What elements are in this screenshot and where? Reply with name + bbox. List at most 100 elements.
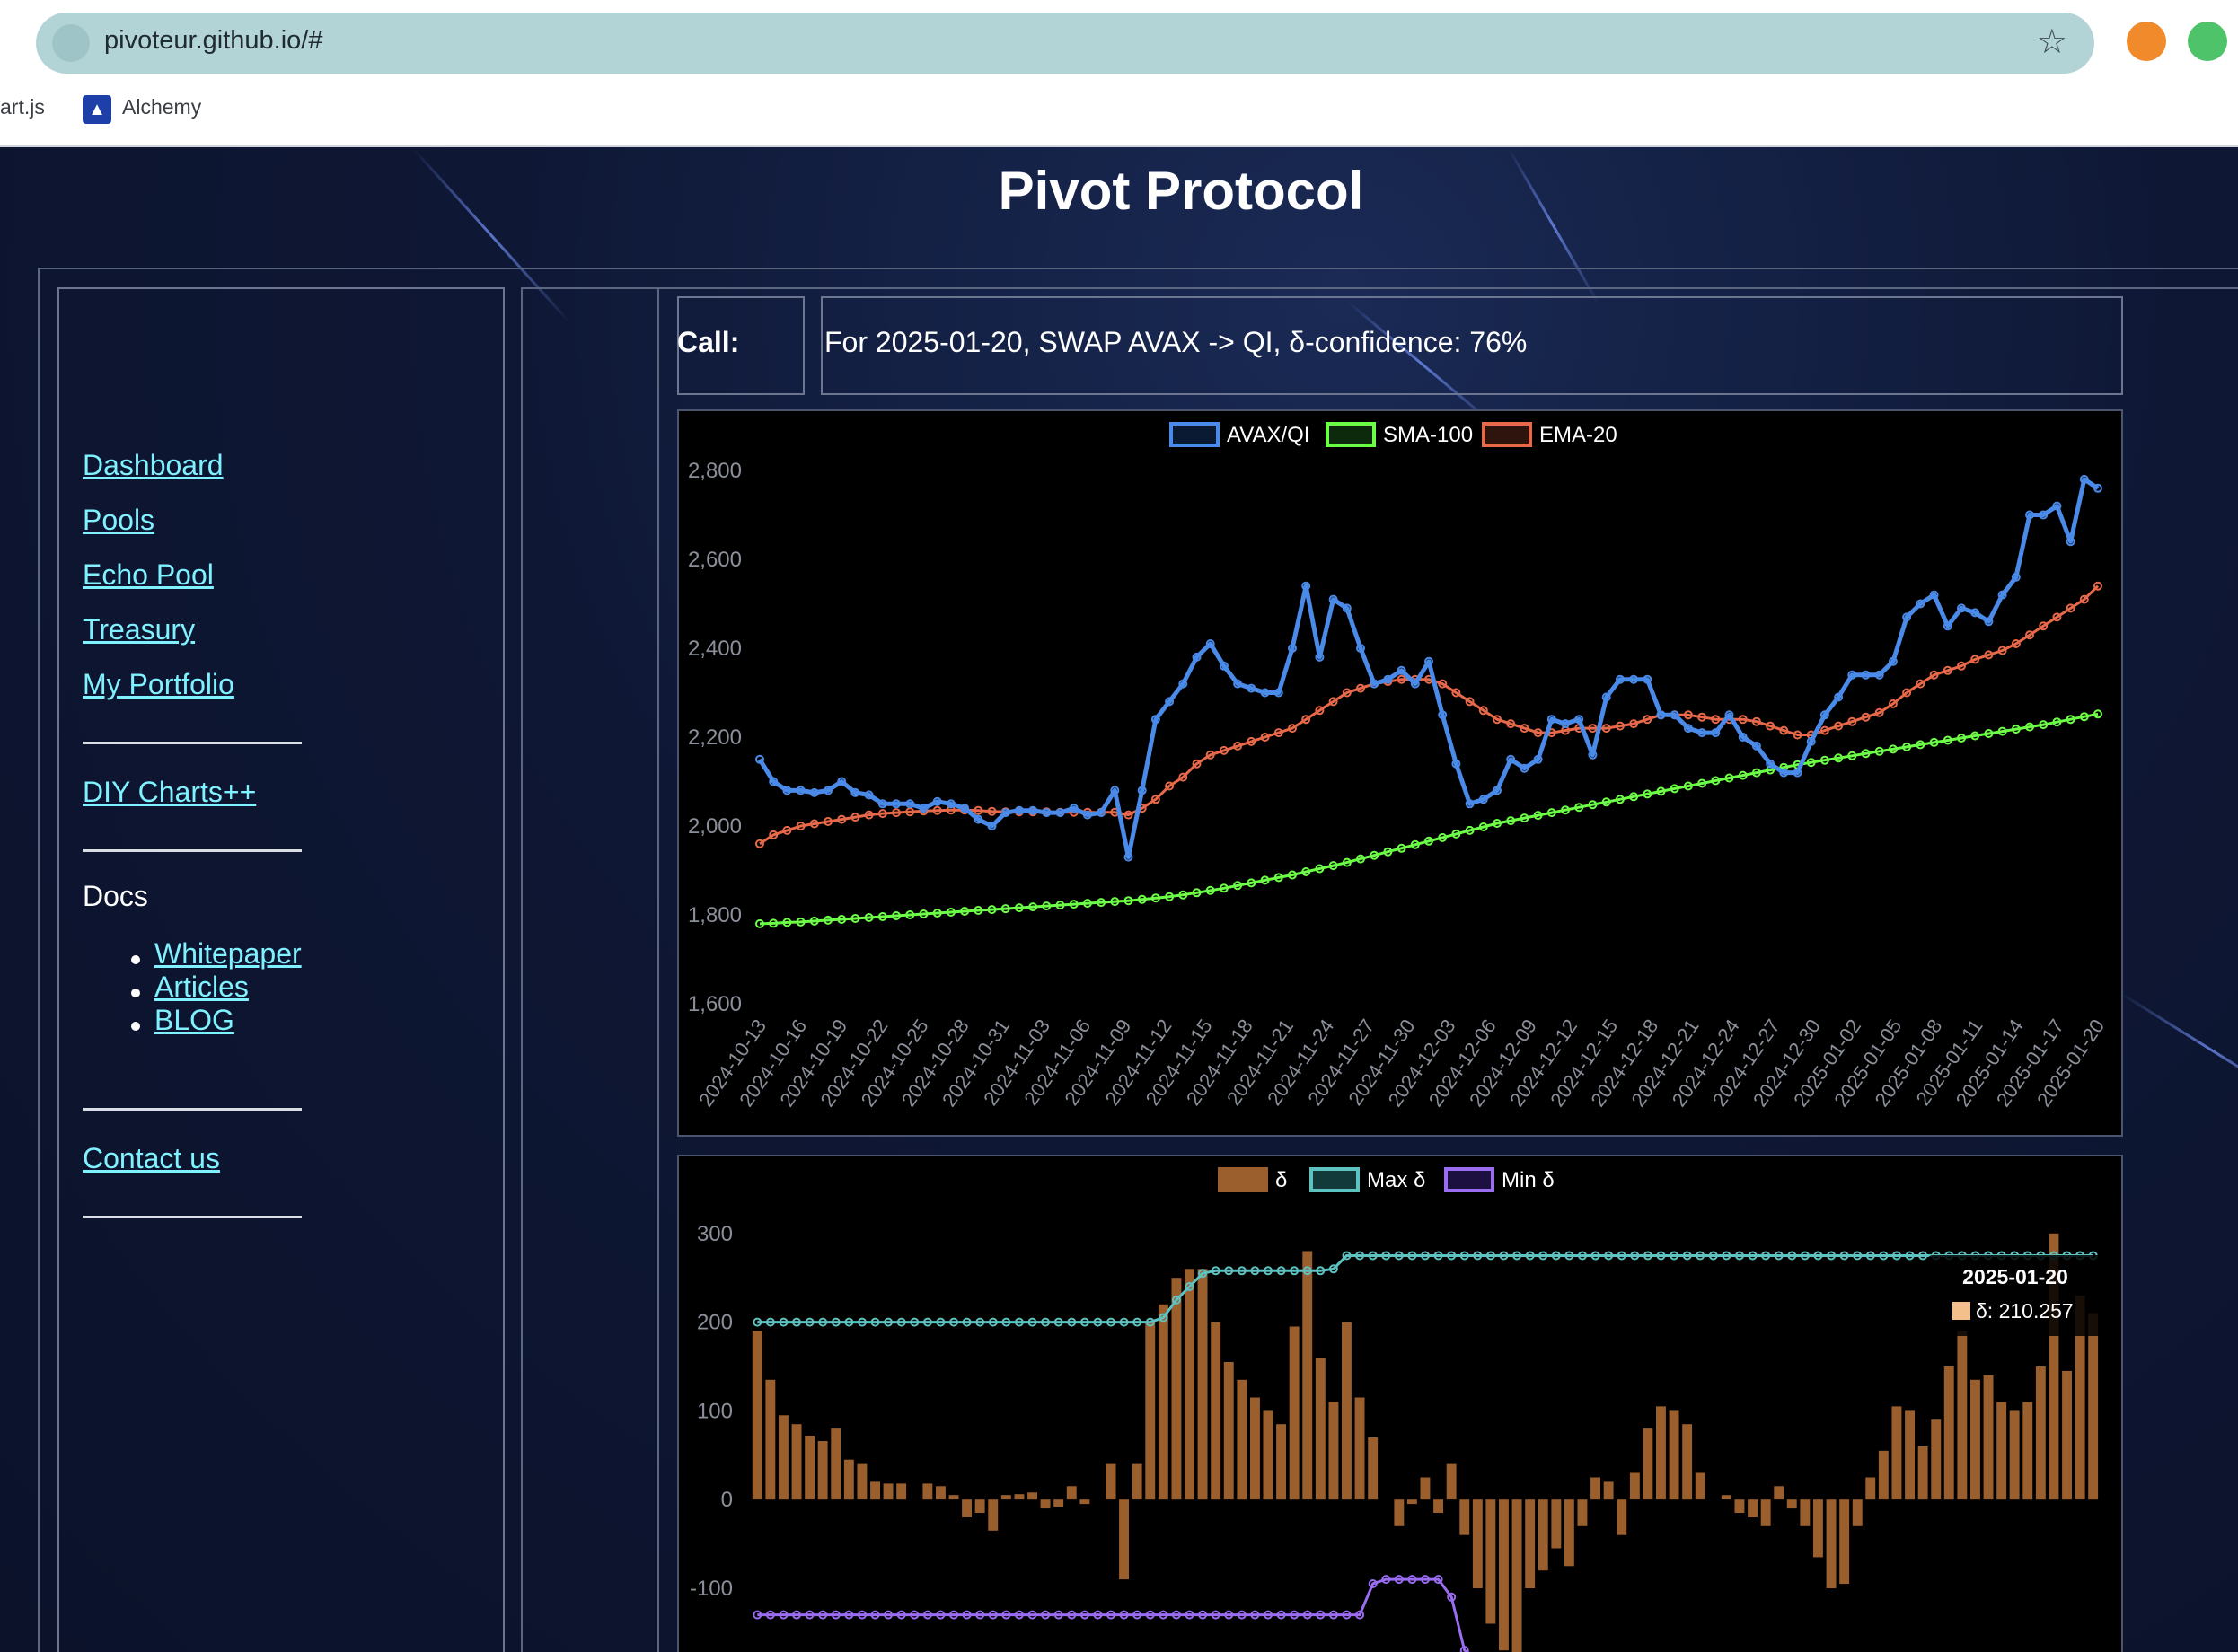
y-tick-label: 200: [697, 1311, 733, 1335]
y-tick-label: 100: [697, 1399, 733, 1423]
legend-swatch: [1218, 1167, 1268, 1192]
docs-articles-link[interactable]: Articles: [154, 971, 249, 1004]
delta-bar: [1354, 1397, 1365, 1500]
delta-bar: [1459, 1499, 1470, 1535]
delta-bar: [1079, 1499, 1090, 1505]
nav-pools[interactable]: Pools: [83, 504, 154, 537]
delta-bar: [1748, 1499, 1758, 1517]
y-tick-label: -100: [690, 1577, 733, 1601]
delta-bar: [1917, 1446, 1928, 1500]
delta-bar: [831, 1428, 841, 1500]
y-tick-label: 1,600: [688, 992, 742, 1016]
tooltip-value: δ: 210.257: [1976, 1299, 2074, 1322]
legend-label: Min δ: [1502, 1168, 1555, 1192]
y-tick-label: 2,800: [688, 459, 742, 483]
delta-bar: [1865, 1477, 1876, 1500]
delta-bar: [1590, 1477, 1600, 1500]
delta-bar: [1342, 1322, 1352, 1500]
browser-chrome: pivoteur.github.io/# ☆ art.js ▲ Alchemy: [0, 0, 2238, 147]
delta-bar: [1211, 1322, 1221, 1500]
delta-bar: [1629, 1472, 1640, 1500]
price-chart[interactable]: 2,800 2,600 2,400 2,200 2,000 1,800 1,600 2024-…: [677, 409, 2123, 1137]
delta-bar: [1957, 1331, 1968, 1500]
series-line-1: [759, 712, 2099, 926]
bookmark-alchemy[interactable]: Alchemy: [122, 95, 201, 119]
bookmark-chartjs[interactable]: art.js: [0, 95, 45, 119]
bookmark-star-icon[interactable]: ☆: [2037, 22, 2067, 62]
delta-bar: [1905, 1410, 1915, 1500]
delta-bar: [1066, 1486, 1077, 1500]
delta-bar: [1171, 1278, 1182, 1500]
delta-bar: [1551, 1499, 1562, 1549]
alchemy-icon: ▲: [83, 95, 111, 124]
docs-whitepaper-link[interactable]: Whitepaper: [154, 937, 302, 971]
delta-bar: [1472, 1499, 1483, 1588]
delta-bar: [1000, 1495, 1011, 1500]
delta-bar: [1185, 1269, 1194, 1500]
y-tick-label: 2,200: [688, 725, 742, 750]
delta-bar: [1433, 1499, 1443, 1513]
delta-bar: [1839, 1499, 1850, 1585]
frog-extension-icon[interactable]: [2188, 22, 2227, 61]
delta-bar: [1931, 1419, 1942, 1500]
nav-my-portfolio[interactable]: My Portfolio: [83, 668, 234, 701]
url-text[interactable]: pivoteur.github.io/#: [104, 26, 322, 56]
delta-bar: [1734, 1499, 1745, 1513]
delta-bar: [1197, 1269, 1208, 1500]
delta-bar: [1027, 1492, 1037, 1500]
list-bullet: [131, 955, 140, 964]
delta-bar: [1577, 1499, 1588, 1526]
delta-bar: [765, 1379, 776, 1500]
delta-bar: [1250, 1397, 1260, 1500]
legend-label: EMA-20: [1539, 423, 1617, 447]
series-line-1: [757, 1254, 2093, 1324]
legend-swatch: [1444, 1167, 1494, 1192]
delta-bar: [936, 1486, 946, 1500]
delta-bar: [1852, 1499, 1863, 1526]
page-content: Pivot Protocol Dashboard Pools Echo Pool…: [0, 147, 2238, 1652]
delta-bar: [1328, 1402, 1339, 1500]
delta-bar: [1223, 1362, 1234, 1500]
delta-bar: [2088, 1313, 2099, 1500]
address-bar[interactable]: pivoteur.github.io/# ☆: [36, 13, 2094, 74]
delta-bar: [896, 1483, 907, 1500]
delta-bar: [1617, 1499, 1627, 1535]
sidebar: Dashboard Pools Echo Pool Treasury My Po…: [57, 287, 505, 1652]
delta-bar: [1302, 1251, 1313, 1500]
delta-bar: [1656, 1406, 1666, 1500]
nav-treasury[interactable]: Treasury: [83, 613, 195, 646]
delta-bar: [1315, 1358, 1326, 1500]
delta-chart[interactable]: 300 200 100 0 -100 δ Max δ Min δ 2025-01-20 δ: 21…: [677, 1155, 2123, 1652]
nav-echo-pool[interactable]: Echo Pool: [83, 558, 214, 592]
delta-bar: [1813, 1499, 1823, 1558]
delta-bar: [1119, 1499, 1129, 1580]
delta-bar: [1237, 1379, 1247, 1500]
y-tick-label: 1,800: [688, 903, 742, 927]
delta-bar: [1891, 1406, 1902, 1500]
delta-bar: [1499, 1499, 1509, 1651]
y-tick-label: 300: [697, 1222, 733, 1246]
delta-bar: [1800, 1499, 1811, 1526]
delta-bar: [2035, 1366, 2046, 1500]
page-title: Pivot Protocol: [998, 161, 1364, 221]
nav-dashboard[interactable]: Dashboard: [83, 449, 224, 482]
delta-bar: [1511, 1499, 1522, 1652]
delta-bar: [1053, 1499, 1064, 1507]
delta-bar: [1538, 1499, 1548, 1571]
docs-heading: Docs: [83, 880, 148, 912]
delta-bar: [948, 1495, 959, 1500]
nav-diy-charts[interactable]: DIY Charts++: [83, 776, 256, 809]
delta-bar: [805, 1436, 815, 1500]
docs-blog-link[interactable]: BLOG: [154, 1004, 234, 1037]
delta-bar: [922, 1483, 933, 1500]
metamask-extension-icon[interactable]: [2127, 22, 2166, 61]
delta-bar: [883, 1483, 894, 1500]
delta-bar: [791, 1424, 802, 1500]
legend-swatch: [1309, 1167, 1360, 1192]
delta-bar: [1420, 1477, 1431, 1500]
delta-bar: [1786, 1499, 1797, 1509]
delta-bar: [1446, 1463, 1457, 1500]
y-tick-label: 2,000: [688, 814, 742, 839]
site-settings-icon[interactable]: [52, 24, 90, 62]
nav-contact-us[interactable]: Contact us: [83, 1142, 220, 1175]
